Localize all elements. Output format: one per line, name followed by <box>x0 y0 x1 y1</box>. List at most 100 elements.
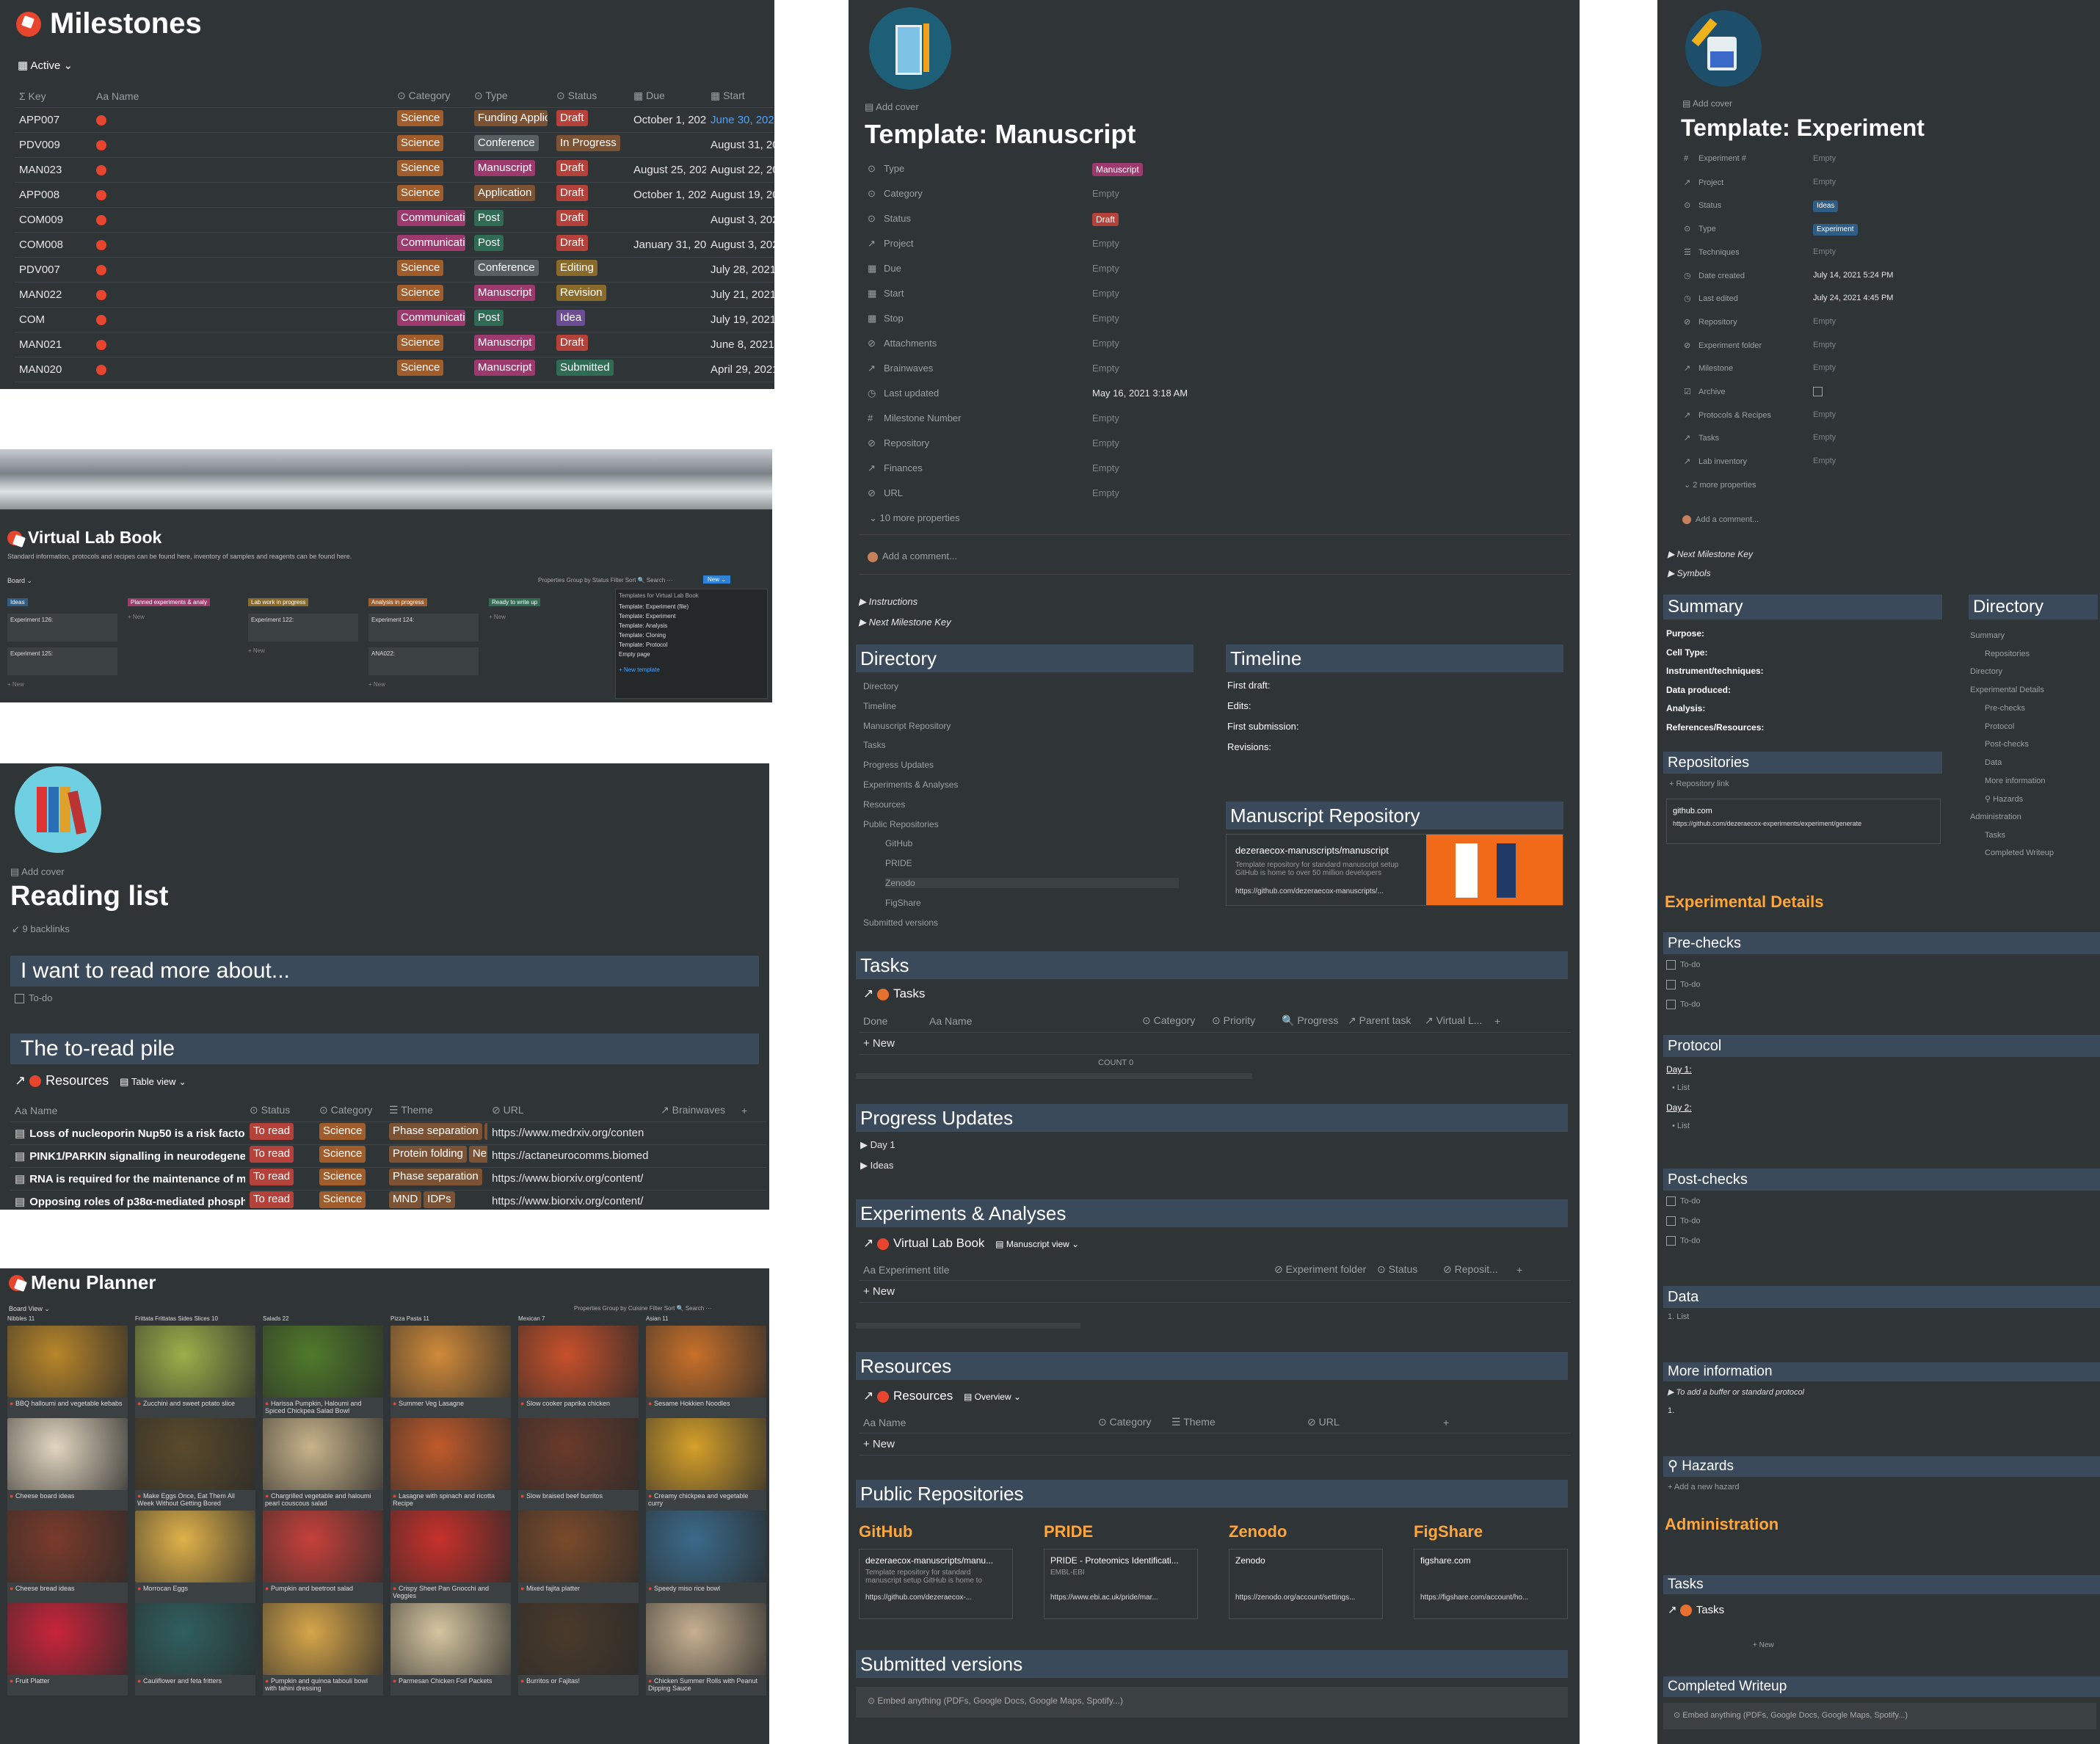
add-cover-button[interactable]: ▤ Add cover <box>10 866 65 878</box>
start-cell[interactable]: August 22, 202 <box>706 157 774 183</box>
column-header[interactable]: ⊙ Category <box>315 1100 385 1122</box>
name-cell[interactable]: ▤Opposing roles of p38α-mediated phospho… <box>10 1190 245 1210</box>
new-card-button[interactable]: + New <box>128 614 238 620</box>
column-header[interactable]: + <box>1490 1010 1571 1033</box>
recipe-photo[interactable] <box>646 1603 766 1675</box>
board-column-label[interactable]: Mexican 7 <box>518 1315 545 1322</box>
property-row[interactable]: ↗ Project Empty <box>868 238 1235 252</box>
property-value[interactable]: Manuscript <box>1092 163 1143 178</box>
name-cell[interactable] <box>92 332 393 357</box>
toggle-block[interactable]: ▶ Instructions <box>859 596 918 608</box>
add-repository-link[interactable]: + Repository link <box>1669 780 1729 788</box>
recipe-card-title[interactable]: ● Pumpkin and beetroot salad <box>263 1583 383 1603</box>
recipe-photo[interactable] <box>646 1326 766 1398</box>
type-cell[interactable]: Manuscript <box>470 282 552 308</box>
type-cell[interactable]: Post <box>470 232 552 258</box>
directory-link[interactable]: Resources <box>863 799 905 810</box>
type-cell[interactable]: Manuscript <box>470 157 552 183</box>
directory-link[interactable]: PRIDE <box>885 858 912 868</box>
new-card-button[interactable]: + New <box>7 681 117 688</box>
column-label[interactable]: Planned experiments & analy <box>128 598 211 606</box>
column-label[interactable]: Analysis in progress <box>368 598 427 606</box>
repository-bookmark[interactable]: github.com https://github.com/dezeraecox… <box>1666 799 1941 844</box>
recipe-card-title[interactable]: ● Summer Veg Lasagne <box>390 1398 511 1418</box>
property-row[interactable]: ◷ Date created July 14, 2021 5:24 PM <box>1684 271 1977 284</box>
lab-book-db-title[interactable]: ↗ Virtual Lab Book ▤ Manuscript view ⌄ <box>863 1236 1079 1251</box>
start-cell[interactable]: August 19, 202 <box>706 182 774 208</box>
column-label[interactable]: Lab work in progress <box>248 598 309 606</box>
new-row-button[interactable]: + New <box>1753 1641 1774 1649</box>
table-view-selector[interactable]: ▤ Table view ⌄ <box>120 1076 186 1087</box>
property-value[interactable]: Draft <box>1092 213 1119 228</box>
property-value[interactable]: Experiment <box>1813 224 1858 238</box>
toggle-block[interactable]: ▶ Symbols <box>1668 568 1711 578</box>
property-value[interactable]: Empty <box>1092 437 1119 448</box>
template-item[interactable]: Template: Experiment (file) <box>619 602 764 611</box>
due-cell[interactable]: August 25, 202 <box>629 157 706 183</box>
property-row[interactable]: ▦ Stop Empty <box>868 313 1235 327</box>
recipe-card-title[interactable]: ● Cheese bread ideas <box>7 1583 128 1603</box>
property-row[interactable]: ↗ Lab inventory Empty <box>1684 457 1977 470</box>
type-cell[interactable]: Funding Applic <box>470 107 552 133</box>
recipe-photo[interactable] <box>390 1603 511 1675</box>
archive-checkbox[interactable] <box>1813 387 1827 396</box>
recipe-photo[interactable] <box>263 1418 383 1490</box>
theme-cell[interactable]: Phase separationM <box>385 1122 487 1145</box>
column-header[interactable]: ⊙ Status <box>245 1100 315 1122</box>
url-cell[interactable]: https://www.biorxiv.org/content/ <box>487 1190 656 1210</box>
recipe-card-title[interactable]: ● Make Eggs Once, Eat Them All Week With… <box>135 1490 255 1511</box>
property-row[interactable]: ↗ Milestone Empty <box>1684 363 1977 377</box>
property-value[interactable]: Empty <box>1813 341 1836 349</box>
status-cell[interactable]: Idea <box>552 307 629 333</box>
repository-bookmark[interactable]: PRIDE - Proteomics Identificati... EMBL-E… <box>1044 1549 1198 1619</box>
due-cell[interactable] <box>629 132 706 158</box>
due-cell[interactable] <box>629 207 706 233</box>
table-row[interactable]: PDV009 Science Conference In Progress August… <box>15 132 774 158</box>
directory-link[interactable]: Timeline <box>863 701 896 711</box>
directory-link[interactable]: Zenodo <box>885 878 1179 888</box>
recipe-photo[interactable] <box>7 1603 128 1675</box>
template-item[interactable]: Empty page <box>619 650 764 659</box>
recipe-card-title[interactable]: ● Chicken Summer Rolls with Peanut Dippi… <box>646 1675 766 1696</box>
status-cell[interactable]: Editing <box>552 257 629 283</box>
theme-cell[interactable]: Protein foldingNeu <box>385 1144 487 1168</box>
board-card[interactable]: Experiment 124: <box>368 614 479 642</box>
column-label[interactable]: Ready to write up <box>489 598 541 606</box>
checkbox-icon[interactable] <box>15 994 24 1004</box>
table-row[interactable]: COM008 Communicati Post Draft January 31, 20… <box>15 232 774 258</box>
checkbox-icon[interactable] <box>1666 1000 1676 1009</box>
recipe-card-title[interactable]: ● Morrocan Eggs <box>135 1583 255 1603</box>
brainwaves-cell[interactable] <box>656 1167 737 1191</box>
type-cell[interactable]: Application <box>470 182 552 208</box>
recipe-photo[interactable] <box>263 1511 383 1583</box>
checkbox-icon[interactable] <box>1666 1196 1676 1206</box>
checkbox-icon[interactable] <box>1666 980 1676 989</box>
add-cover-button[interactable]: ▤ Add cover <box>865 101 919 113</box>
column-header[interactable]: ▦ Due <box>629 85 706 108</box>
toggle-arrow-icon[interactable]: ▶ <box>859 596 869 607</box>
recipe-photo[interactable] <box>135 1603 255 1675</box>
due-cell[interactable] <box>629 307 706 333</box>
name-cell[interactable] <box>92 357 393 382</box>
property-row[interactable]: ⊘ Attachments Empty <box>868 338 1235 352</box>
property-value[interactable]: Empty <box>1092 238 1119 249</box>
column-header[interactable]: ⊙ Category <box>1094 1412 1167 1434</box>
backlinks[interactable]: ↙ 9 backlinks <box>12 923 70 935</box>
property-value[interactable]: July 24, 2021 4:45 PM <box>1813 294 1893 302</box>
directory-link[interactable]: Data <box>1985 758 2002 767</box>
table-row[interactable]: MAN020 Science Manuscript Submitted April 29… <box>15 357 774 382</box>
cat-cell[interactable]: Science <box>315 1190 385 1210</box>
start-cell[interactable]: July 19, 2021 <box>706 307 774 333</box>
recipe-photo[interactable] <box>390 1418 511 1490</box>
board-column-label[interactable]: Frittata Frittatas Sides Slices 10 <box>135 1315 218 1322</box>
column-header[interactable]: Done <box>859 1010 925 1033</box>
due-cell[interactable] <box>629 332 706 357</box>
directory-link[interactable]: Submitted versions <box>863 918 938 928</box>
status-cell[interactable]: Draft <box>552 182 629 208</box>
template-item[interactable]: Template: Cloning <box>619 631 764 640</box>
property-value[interactable]: Empty <box>1092 338 1119 349</box>
new-card-button[interactable]: + New <box>248 647 358 654</box>
type-cell[interactable]: Manuscript <box>470 332 552 357</box>
start-cell[interactable]: August 3, 2021 <box>706 207 774 233</box>
property-value[interactable]: Empty <box>1092 462 1119 473</box>
